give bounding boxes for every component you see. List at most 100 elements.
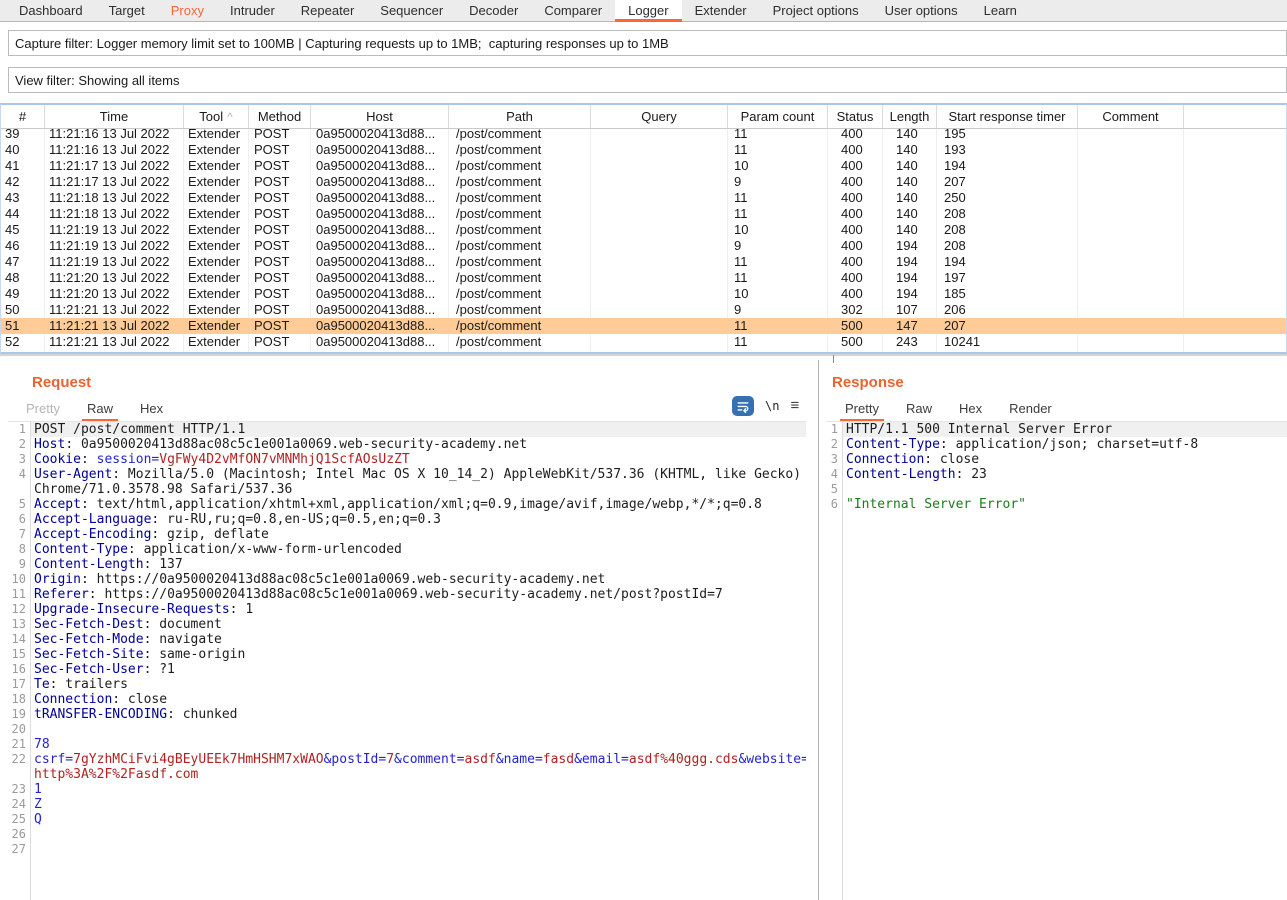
cell-start-response-timer: 207 [937, 174, 1078, 190]
cell-host: 0a9500020413d88... [311, 129, 449, 142]
table-row[interactable]: 4811:21:20 13 Jul 2022ExtenderPOST0a9500… [1, 270, 1286, 286]
tab-target[interactable]: Target [96, 0, 158, 21]
line-text: Host: 0a9500020413d88ac08c5c1e001a0069.w… [30, 437, 806, 452]
cell-path: /post/comment [449, 129, 591, 142]
sort-ascending-icon: ^ [227, 112, 233, 122]
column-header-method[interactable]: Method [249, 105, 311, 128]
newline-icon[interactable]: \n [765, 399, 779, 413]
editor-line: 6"Internal Server Error" [826, 497, 1287, 512]
cell-method: POST [249, 286, 311, 302]
cell-length: 140 [883, 142, 937, 158]
line-text [30, 842, 806, 857]
cell-host: 0a9500020413d88... [311, 350, 449, 352]
column-header-start-response-timer[interactable]: Start response timer [937, 105, 1078, 128]
cell-time: 11:21:18 13 Jul 2022 [45, 190, 184, 206]
cell-comment [1078, 142, 1184, 158]
line-number: 7 [8, 527, 30, 542]
table-row[interactable]: 5011:21:21 13 Jul 2022ExtenderPOST0a9500… [1, 302, 1286, 318]
cell-start-response-timer: 208 [937, 238, 1078, 254]
cell-tool: Extender [184, 238, 249, 254]
cell-num: 41 [1, 158, 45, 174]
tab-comparer[interactable]: Comparer [531, 0, 615, 21]
table-row[interactable]: 3911:21:16 13 Jul 2022ExtenderPOST0a9500… [1, 129, 1286, 142]
column-header-index[interactable]: # [1, 105, 45, 128]
column-header-param-count[interactable]: Param count [728, 105, 828, 128]
editor-line: 8Content-Type: application/x-www-form-ur… [8, 542, 806, 557]
tab-learn[interactable]: Learn [971, 0, 1030, 21]
tab-user-options[interactable]: User options [872, 0, 971, 21]
tab-raw[interactable]: Raw [87, 401, 113, 416]
cell-query [591, 158, 728, 174]
editor-line: 24Z [8, 797, 806, 812]
line-text: Content-Type: application/x-www-form-url… [30, 542, 806, 557]
tab-hex[interactable]: Hex [140, 401, 163, 416]
cell-param-count: 10 [728, 286, 828, 302]
cell-start-response-timer: 207 [937, 318, 1078, 334]
tab-render[interactable]: Render [1009, 401, 1052, 416]
horizontal-splitter[interactable] [0, 354, 1287, 356]
request-editor[interactable]: 1POST /post/comment HTTP/1.12Host: 0a950… [8, 421, 806, 900]
tab-extender[interactable]: Extender [682, 0, 760, 21]
splitter-handle[interactable] [833, 355, 834, 363]
tab-pretty[interactable]: Pretty [26, 401, 60, 416]
tab-repeater[interactable]: Repeater [288, 0, 367, 21]
table-row[interactable]: 4311:21:18 13 Jul 2022ExtenderPOST0a9500… [1, 190, 1286, 206]
tab-project-options[interactable]: Project options [760, 0, 872, 21]
menu-icon[interactable]: ≡ [790, 399, 799, 413]
panel-divider[interactable] [818, 360, 819, 900]
tab-logger[interactable]: Logger [615, 0, 681, 21]
cell-query [591, 174, 728, 190]
word-wrap-icon[interactable] [732, 396, 754, 416]
tab-raw[interactable]: Raw [906, 401, 932, 416]
column-header-status[interactable]: Status [828, 105, 883, 128]
tab-intruder[interactable]: Intruder [217, 0, 288, 21]
table-row[interactable]: 5211:21:21 13 Jul 2022ExtenderPOST0a9500… [1, 334, 1286, 350]
table-row[interactable]: 4411:21:18 13 Jul 2022ExtenderPOST0a9500… [1, 206, 1286, 222]
cell-param-count: 11 [728, 318, 828, 334]
column-header-query[interactable]: Query [591, 105, 728, 128]
tab-decoder[interactable]: Decoder [456, 0, 531, 21]
tab-pretty[interactable]: Pretty [845, 401, 879, 416]
column-header-length[interactable]: Length [883, 105, 937, 128]
line-number: 1 [8, 422, 30, 437]
column-header-comment[interactable]: Comment [1078, 105, 1184, 128]
tab-proxy[interactable]: Proxy [158, 0, 217, 21]
view-filter-bar[interactable]: View filter: Showing all items [8, 67, 1287, 93]
table-row[interactable]: 5311:21:22 13 Jul 2022ExtenderPOST0a9500… [1, 350, 1286, 352]
table-row[interactable]: 4111:21:17 13 Jul 2022ExtenderPOST0a9500… [1, 158, 1286, 174]
capture-filter-bar[interactable]: Capture filter: Logger memory limit set … [8, 30, 1287, 56]
tab-hex[interactable]: Hex [959, 401, 982, 416]
cell-time: 11:21:18 13 Jul 2022 [45, 206, 184, 222]
column-header-host[interactable]: Host [311, 105, 449, 128]
line-text: Referer: https://0a9500020413d88ac08c5c1… [30, 587, 806, 602]
column-header-tool[interactable]: Tool^ [184, 105, 249, 128]
cell-method: POST [249, 350, 311, 352]
table-row[interactable]: 4911:21:20 13 Jul 2022ExtenderPOST0a9500… [1, 286, 1286, 302]
cell-path: /post/comment [449, 254, 591, 270]
cell-param-count: 11 [728, 190, 828, 206]
table-row[interactable]: 4211:21:17 13 Jul 2022ExtenderPOST0a9500… [1, 174, 1286, 190]
cell-length: 243 [883, 334, 937, 350]
column-header-time[interactable]: Time [45, 105, 184, 128]
line-text: User-Agent: Mozilla/5.0 (Macintosh; Inte… [30, 467, 806, 482]
column-header-path[interactable]: Path [449, 105, 591, 128]
table-row[interactable]: 5111:21:21 13 Jul 2022ExtenderPOST0a9500… [1, 318, 1286, 334]
table-row[interactable]: 4611:21:19 13 Jul 2022ExtenderPOST0a9500… [1, 238, 1286, 254]
cell-start-response-timer: 197 [937, 270, 1078, 286]
tab-dashboard[interactable]: Dashboard [6, 0, 96, 21]
cell-param-count: 10 [728, 158, 828, 174]
table-row[interactable]: 4011:21:16 13 Jul 2022ExtenderPOST0a9500… [1, 142, 1286, 158]
cell-query [591, 334, 728, 350]
line-number [8, 767, 30, 782]
editor-line: 10Origin: https://0a9500020413d88ac08c5c… [8, 572, 806, 587]
cell-num: 42 [1, 174, 45, 190]
tab-sequencer[interactable]: Sequencer [367, 0, 456, 21]
cell-param-count: 11 [728, 142, 828, 158]
line-number: 8 [8, 542, 30, 557]
line-number: 23 [8, 782, 30, 797]
line-number: 14 [8, 632, 30, 647]
response-editor[interactable]: 1HTTP/1.1 500 Internal Server Error2Cont… [826, 421, 1287, 900]
table-row[interactable]: 4511:21:19 13 Jul 2022ExtenderPOST0a9500… [1, 222, 1286, 238]
cell-host: 0a9500020413d88... [311, 206, 449, 222]
table-row[interactable]: 4711:21:19 13 Jul 2022ExtenderPOST0a9500… [1, 254, 1286, 270]
